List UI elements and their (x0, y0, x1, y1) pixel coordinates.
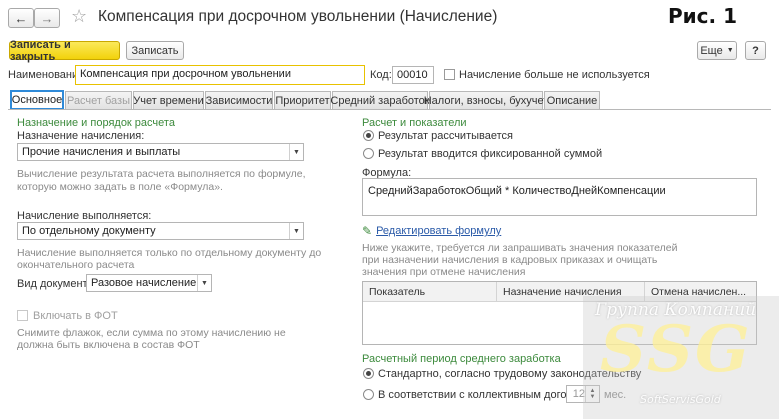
purpose-select-value: Прочие начисления и выплаты (22, 146, 181, 158)
calc-section-title: Расчет и показатели (362, 117, 467, 129)
doc-type-select[interactable]: Разовое начисление ▼ (86, 274, 212, 292)
figure-label: Рис. 1 (668, 4, 738, 28)
radio-fixed[interactable] (363, 148, 374, 159)
unused-label: Начисление больше не используется (459, 69, 650, 81)
code-input[interactable]: 00010 (392, 66, 434, 84)
purpose-select[interactable]: Прочие начисления и выплаты ▼ (17, 143, 304, 161)
more-button-label: Еще (700, 44, 723, 57)
table-header-indicator[interactable]: Показатель (363, 282, 497, 302)
radio-calculated[interactable] (363, 130, 374, 141)
tab-base-calc[interactable]: Расчет базы (65, 91, 132, 109)
edit-formula-link[interactable]: ✎ Редактировать формулу (362, 224, 501, 238)
save-button[interactable]: Записать (126, 41, 184, 60)
chevron-down-icon[interactable]: ▼ (289, 144, 303, 160)
tab-taxes[interactable]: Налоги, взносы, бухучет (424, 91, 548, 109)
tab-average-earnings[interactable]: Средний заработок (330, 91, 430, 109)
window-title: Компенсация при досрочном увольнении (На… (98, 8, 498, 25)
chevron-down-icon[interactable]: ▼ (197, 275, 211, 291)
pencil-icon: ✎ (362, 224, 373, 238)
watermark-line2: SoftServisGold (640, 393, 721, 406)
chevron-down-icon: ▼ (726, 47, 734, 54)
arrow-right-icon: → (40, 10, 54, 26)
tab-priority[interactable]: Приоритет (274, 91, 331, 109)
avg-period-section-title: Расчетный период среднего заработка (362, 353, 561, 365)
back-button[interactable]: ← (8, 8, 34, 28)
more-button[interactable]: Еще ▼ (697, 41, 737, 60)
save-and-close-button[interactable]: Записать и закрыть (9, 39, 120, 63)
radio-avg-standard[interactable] (363, 368, 374, 379)
indicators-hint-3: значения при отмене начисления (362, 266, 526, 278)
purpose-hint-2: которую можно задать в поле «Формула». (17, 181, 223, 193)
chevron-down-icon[interactable]: ▼ (289, 223, 303, 239)
performed-select-value: По отдельному документу (22, 225, 156, 237)
tab-strip-divider (8, 109, 771, 110)
purpose-label: Назначение начисления: (17, 130, 145, 142)
fot-hint-2: должна быть включена в состав ФОТ (17, 339, 200, 351)
radio-avg-contract[interactable] (363, 389, 374, 400)
name-input[interactable]: Компенсация при досрочном увольнении (75, 65, 365, 85)
tab-time-accounting[interactable]: Учет времени (133, 91, 204, 109)
code-label: Код: (370, 69, 392, 81)
formula-textarea[interactable]: СреднийЗаработокОбщий * КоличествоДнейКо… (362, 178, 757, 216)
tab-description[interactable]: Описание (544, 91, 600, 109)
purpose-hint-1: Вычисление результата расчета выполняетс… (17, 168, 306, 180)
radio-calculated-label: Результат рассчитывается (378, 130, 513, 142)
radio-fixed-label: Результат вводится фиксированной суммой (378, 148, 603, 160)
help-button[interactable]: ? (745, 41, 766, 60)
fot-label: Включать в ФОТ (33, 310, 118, 322)
watermark-ssg: SSG (600, 312, 752, 387)
arrow-left-icon: ← (14, 10, 28, 26)
forward-button[interactable]: → (34, 8, 60, 28)
doc-type-label: Вид документа: (17, 278, 97, 290)
formula-value: СреднийЗаработокОбщий * КоличествоДнейКо… (368, 185, 666, 197)
tab-main[interactable]: Основное (10, 90, 64, 110)
performed-label: Начисление выполняется: (17, 210, 152, 222)
doc-type-select-value: Разовое начисление (91, 277, 197, 289)
favorite-star-icon[interactable]: ☆ (71, 6, 87, 27)
tab-dependencies[interactable]: Зависимости (205, 91, 273, 109)
unused-checkbox[interactable] (444, 69, 455, 80)
performed-hint-2: окончательного расчета (17, 259, 135, 271)
performed-select[interactable]: По отдельному документу ▼ (17, 222, 304, 240)
fot-checkbox[interactable] (17, 310, 28, 321)
edit-formula-link-text: Редактировать формулу (376, 225, 502, 237)
purpose-section-title: Назначение и порядок расчета (17, 117, 175, 129)
